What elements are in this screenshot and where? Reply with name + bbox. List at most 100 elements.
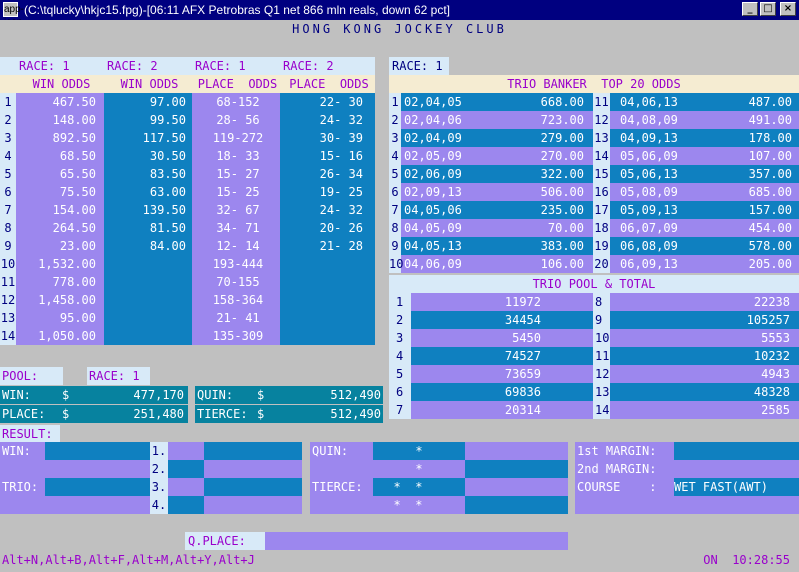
trio-number: 12 bbox=[594, 113, 609, 127]
row-number: 3 bbox=[4, 131, 12, 145]
trio-odds: 506.00 bbox=[540, 185, 584, 199]
pool-value: 5450 bbox=[512, 331, 541, 345]
minimize-button[interactable]: _ bbox=[742, 2, 758, 16]
place-odds-race1: 193-444 bbox=[212, 257, 264, 271]
qplace-value-box bbox=[265, 532, 568, 550]
quin-pool-value: 512,490 bbox=[330, 388, 381, 402]
win-odds-race2: 84.00 bbox=[149, 239, 186, 253]
place-odds-race2 bbox=[280, 255, 363, 273]
trio-number: 1 bbox=[391, 95, 399, 109]
pool-number: 3 bbox=[396, 331, 404, 345]
pool-number: 8 bbox=[595, 295, 603, 309]
win-pool-label: WIN: bbox=[2, 388, 31, 402]
place-odds-race2: 15- 16 bbox=[319, 149, 363, 163]
pool-number: 6 bbox=[396, 385, 404, 399]
trio-number: 3 bbox=[391, 131, 399, 145]
course-value: WET FAST(AWT) bbox=[674, 480, 768, 494]
pool-number: 5 bbox=[396, 367, 404, 381]
win-odds-race2: 81.50 bbox=[149, 221, 186, 235]
result-mid-value-cell-2 bbox=[465, 496, 568, 514]
second-margin-label: 2nd MARGIN: bbox=[577, 462, 657, 476]
trio-combo: 02,05,09 bbox=[404, 149, 462, 163]
pool-value: 5553 bbox=[761, 331, 790, 345]
trio-number: 11 bbox=[594, 95, 609, 109]
win-odds-race2: 99.50 bbox=[149, 113, 186, 127]
trio-odds: 279.00 bbox=[540, 131, 584, 145]
trio-combo: 04,06,09 bbox=[404, 257, 462, 271]
place-odds-race2: 21- 28 bbox=[319, 239, 363, 253]
result-place-a bbox=[168, 496, 204, 514]
result-tierce-mark: * * bbox=[393, 480, 423, 494]
place-odds-race2: 20- 26 bbox=[319, 221, 363, 235]
pool-value: 48328 bbox=[753, 385, 790, 399]
place-odds-race2: 22- 30 bbox=[319, 95, 363, 109]
place-odds-race2 bbox=[280, 273, 363, 291]
result-place-number: 3. bbox=[151, 480, 167, 494]
trio-number: 17 bbox=[594, 203, 609, 217]
win-pool-value: 477,170 bbox=[133, 388, 184, 402]
odds-column-header: WIN ODDS bbox=[120, 77, 179, 91]
row-number: 9 bbox=[4, 239, 12, 253]
quin-pool-label: QUIN: bbox=[197, 388, 234, 402]
trio-number: 4 bbox=[391, 149, 399, 163]
win-odds-race1: 892.50 bbox=[52, 131, 96, 145]
result-right-value-cell bbox=[674, 442, 799, 460]
place-odds-race1: 18- 33 bbox=[216, 149, 260, 163]
pool-number: 1 bbox=[396, 295, 404, 309]
trio-combo: 06,08,09 bbox=[620, 239, 678, 253]
trio-combo: 05,06,09 bbox=[620, 149, 678, 163]
result-left-value-cell bbox=[45, 442, 150, 460]
trio-combo: 05,06,13 bbox=[620, 167, 678, 181]
row-number: 2 bbox=[4, 113, 12, 127]
result-mid-label-cell bbox=[310, 496, 373, 514]
first-margin-label: 1st MARGIN: bbox=[577, 444, 657, 458]
result-tierce-label: TIERCE: bbox=[312, 480, 363, 494]
row-number: 5 bbox=[4, 167, 12, 181]
pool-race: RACE: 1 bbox=[89, 369, 140, 383]
win-odds-race1: 68.50 bbox=[59, 149, 96, 163]
odds-race-label: RACE: 1 bbox=[19, 59, 70, 73]
trio-odds: 106.00 bbox=[540, 257, 584, 271]
place-odds-race2 bbox=[280, 327, 363, 345]
trio-combo: 02,04,05 bbox=[404, 95, 462, 109]
place-odds-race1: 15- 27 bbox=[216, 167, 260, 181]
trio-number: 13 bbox=[594, 131, 609, 145]
win-odds-race2: 97.00 bbox=[149, 95, 186, 109]
trio-combo: 04,05,09 bbox=[404, 221, 462, 235]
place-pool-currency: $ bbox=[62, 407, 70, 421]
pool-number: 13 bbox=[595, 385, 610, 399]
pool-number: 11 bbox=[595, 349, 610, 363]
maximize-button[interactable]: □ bbox=[760, 2, 776, 16]
window-titlebar: app-icon (C:\tqlucky\hkjc15.fpg)-[06:11 … bbox=[0, 0, 799, 28]
trio-number: 15 bbox=[594, 167, 609, 181]
pool-value: 105257 bbox=[746, 313, 790, 327]
pool-number: 12 bbox=[595, 367, 610, 381]
result-place-b bbox=[204, 442, 302, 460]
result-trio-label: TRIO: bbox=[2, 480, 39, 494]
odds-race-label: RACE: 1 bbox=[195, 59, 246, 73]
row-number: 12 bbox=[0, 293, 16, 307]
trio-combo: 02,04,06 bbox=[404, 113, 462, 127]
place-odds-race1: 21- 41 bbox=[216, 311, 260, 325]
trio-odds: 383.00 bbox=[540, 239, 584, 253]
win-odds-race1: 95.00 bbox=[59, 311, 96, 325]
qplace-label: Q.PLACE: bbox=[188, 534, 246, 548]
place-odds-race1: 12- 14 bbox=[216, 239, 260, 253]
app-icon[interactable]: app-icon bbox=[3, 2, 24, 28]
win-odds-race1: 65.50 bbox=[59, 167, 96, 181]
trio-race-label: RACE: 1 bbox=[392, 59, 443, 73]
odds-race-label: RACE: 2 bbox=[107, 59, 158, 73]
win-odds-race1: 1,458.00 bbox=[38, 293, 96, 307]
win-odds-race2: 63.00 bbox=[149, 185, 186, 199]
trio-number: 14 bbox=[594, 149, 609, 163]
close-button[interactable]: × bbox=[780, 2, 796, 16]
trio-combo: 04,06,13 bbox=[620, 95, 678, 109]
win-odds-race2: 83.50 bbox=[149, 167, 186, 181]
row-number: 11 bbox=[0, 275, 16, 289]
trio-combo: 06,09,13 bbox=[620, 257, 678, 271]
row-number: 10 bbox=[0, 257, 16, 271]
quin-pool-currency: $ bbox=[257, 388, 265, 402]
place-odds-race1: 70-155 bbox=[216, 275, 260, 289]
row-number: 4 bbox=[4, 149, 12, 163]
place-odds-race1: 158-364 bbox=[212, 293, 264, 307]
